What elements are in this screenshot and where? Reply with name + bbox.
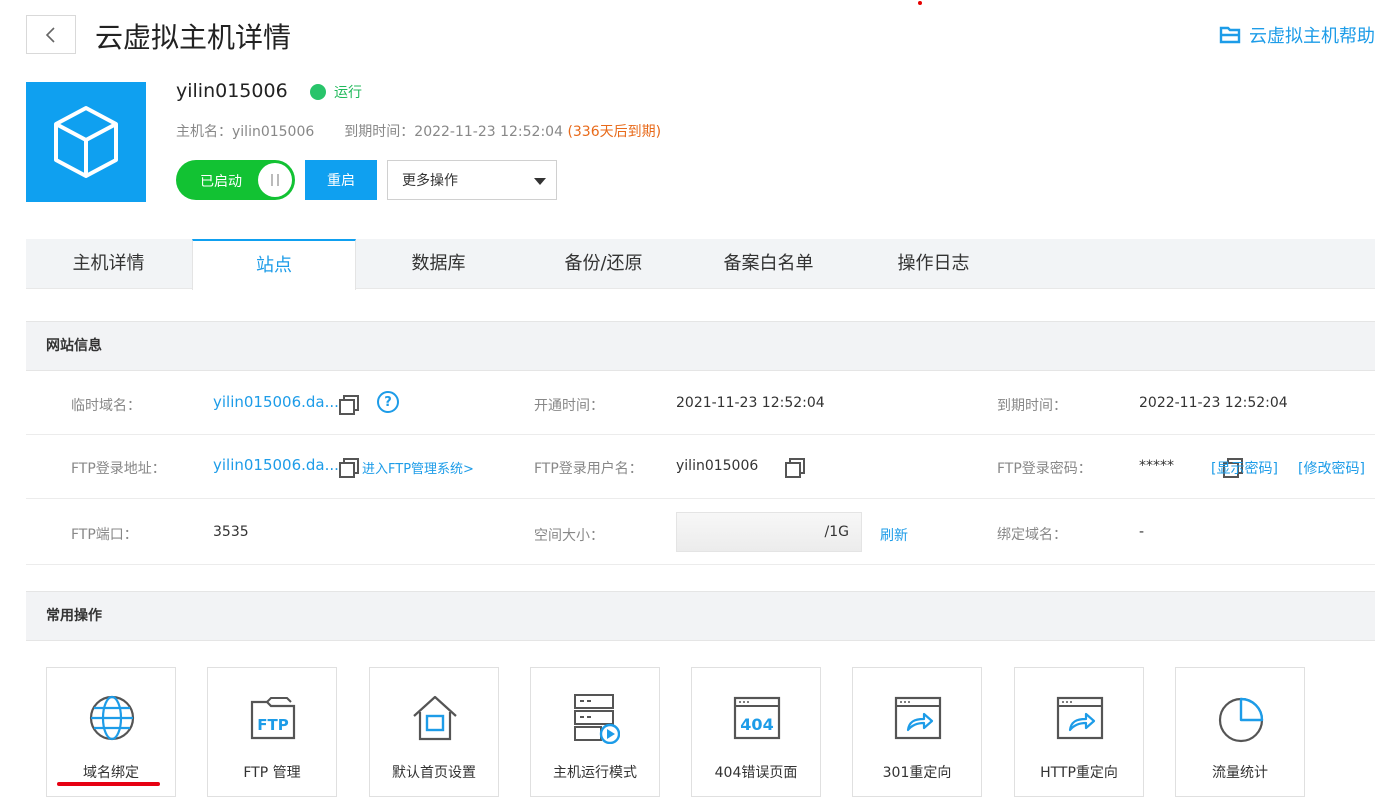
ftp-user-label: FTP登录用户名： — [534, 461, 643, 477]
open-time-label: 开通时间： — [534, 398, 604, 414]
op-ftp-manage[interactable]: FTP FTP 管理 — [207, 667, 337, 797]
op-label: 301重定向 — [882, 765, 952, 781]
status-badge: 运行 — [310, 82, 362, 102]
expire-value: 2022-11-23 12:52:04 — [414, 124, 563, 140]
help-link-label: 云虚拟主机帮助 — [1249, 26, 1375, 47]
ftp-folder-icon: FTP — [250, 697, 296, 740]
tab-filing-whitelist[interactable]: 备案白名单 — [686, 239, 851, 289]
host-meta: 主机名：yilin015006 到期时间：2022-11-23 12:52:04 … — [176, 121, 661, 141]
folder-icon — [1219, 26, 1241, 44]
bound-domain-label: 绑定域名： — [997, 527, 1067, 543]
op-traffic-stats[interactable]: 流量统计 — [1175, 667, 1305, 797]
ftp-pwd-value: ***** — [1139, 458, 1174, 474]
help-circle-icon[interactable]: ? — [377, 391, 399, 413]
tab-database[interactable]: 数据库 — [356, 239, 521, 289]
globe-icon — [89, 695, 135, 741]
back-button[interactable] — [26, 15, 76, 54]
op-label: 域名绑定 — [83, 765, 139, 781]
toggle-label: 已启动 — [200, 174, 242, 190]
status-text: 运行 — [334, 85, 362, 101]
decorative-dot — [918, 1, 922, 5]
host-avatar — [26, 82, 146, 202]
tab-site[interactable]: 站点 — [192, 239, 356, 290]
hostname-label: 主机名： — [176, 124, 232, 140]
expire-label: 到期时间： — [344, 124, 415, 140]
ftp-port-value: 3535 — [213, 524, 249, 540]
tab-bar: 主机详情 站点 数据库 备份/还原 备案白名单 操作日志 — [26, 239, 1375, 290]
ftp-port-label: FTP端口： — [71, 527, 138, 543]
help-link[interactable]: 云虚拟主机帮助 — [1219, 22, 1375, 48]
refresh-link[interactable]: 刷新 — [880, 525, 908, 545]
more-operations-select[interactable]: 更多操作 — [387, 160, 557, 200]
copy-icon[interactable] — [339, 458, 359, 478]
space-label: 空间大小： — [534, 528, 604, 544]
page-title: 云虚拟主机详情 — [95, 21, 292, 54]
show-password-link[interactable]: [显示密码] — [1211, 458, 1278, 478]
copy-icon[interactable] — [339, 395, 359, 415]
change-password-link[interactable]: [修改密码] — [1298, 458, 1365, 478]
op-301-redirect[interactable]: 301重定向 — [852, 667, 982, 797]
info-row-ftp: FTP登录地址： yilin015006.da... 进入FTP管理系统> FT… — [26, 435, 1375, 499]
copy-icon[interactable] — [785, 458, 806, 478]
common-ops-header: 常用操作 — [26, 591, 1375, 641]
bound-domain-value: - — [1139, 524, 1145, 540]
tab-host-details[interactable]: 主机详情 — [26, 239, 191, 289]
temp-domain-link[interactable]: yilin015006.da... — [213, 393, 339, 411]
op-label: HTTP重定向 — [1040, 765, 1118, 781]
op-domain-binding[interactable]: 域名绑定 — [46, 667, 176, 797]
home-icon — [413, 695, 457, 741]
ftp-addr-link[interactable]: yilin015006.da... — [213, 456, 339, 474]
more-operations-label: 更多操作 — [402, 173, 458, 189]
highlight-underline — [57, 782, 160, 786]
op-label: 流量统计 — [1212, 765, 1268, 781]
op-label: FTP 管理 — [243, 765, 301, 781]
tab-backup-restore[interactable]: 备份/还原 — [521, 239, 686, 289]
expire-time-value: 2022-11-23 12:52:04 — [1139, 395, 1288, 411]
pause-icon — [258, 163, 292, 197]
restart-button[interactable]: 重启 — [305, 160, 377, 200]
space-usage-bar: /1G — [676, 512, 862, 552]
ftp-manage-link[interactable]: 进入FTP管理系统> — [362, 458, 474, 477]
op-label: 默认首页设置 — [392, 765, 476, 781]
site-info-header: 网站信息 — [26, 321, 1375, 371]
op-http-redirect[interactable]: HTTP重定向 — [1014, 667, 1144, 797]
info-row-domain: 临时域名： yilin015006.da... ? 开通时间： 2021-11-… — [26, 371, 1375, 435]
hostname-value: yilin015006 — [232, 124, 315, 140]
power-toggle[interactable]: 已启动 — [176, 160, 295, 200]
expire-time-label: 到期时间： — [997, 398, 1067, 414]
error-404-icon: 404 — [733, 696, 781, 740]
http-redirect-icon — [1056, 696, 1104, 740]
op-404-page[interactable]: 404 404错误页面 — [691, 667, 821, 797]
op-host-run-mode[interactable]: 主机运行模式 — [530, 667, 660, 797]
ftp-icon-text: FTP — [257, 716, 288, 734]
open-time-value: 2021-11-23 12:52:04 — [676, 395, 825, 411]
ftp-addr-label: FTP登录地址： — [71, 461, 166, 477]
server-play-icon — [574, 694, 620, 744]
pie-chart-icon — [1218, 697, 1264, 743]
cube-icon — [54, 106, 118, 178]
op-default-homepage[interactable]: 默认首页设置 — [369, 667, 499, 797]
status-dot — [310, 84, 326, 100]
op-label: 主机运行模式 — [553, 765, 637, 781]
redirect-icon — [894, 696, 942, 740]
ftp-user-value: yilin015006 — [676, 458, 759, 474]
expire-remaining: (336天后到期) — [567, 124, 662, 140]
info-row-port: FTP端口： 3535 空间大小： /1G 刷新 绑定域名： - — [26, 499, 1375, 565]
temp-domain-label: 临时域名： — [71, 398, 141, 414]
op-label: 404错误页面 — [714, 765, 798, 781]
chevron-left-icon — [45, 26, 55, 43]
host-name: yilin015006 — [176, 80, 288, 102]
error-icon-text: 404 — [740, 715, 773, 734]
caret-down-icon — [534, 178, 546, 185]
tab-operation-log[interactable]: 操作日志 — [851, 239, 1016, 289]
ftp-pwd-label: FTP登录密码： — [997, 461, 1092, 477]
